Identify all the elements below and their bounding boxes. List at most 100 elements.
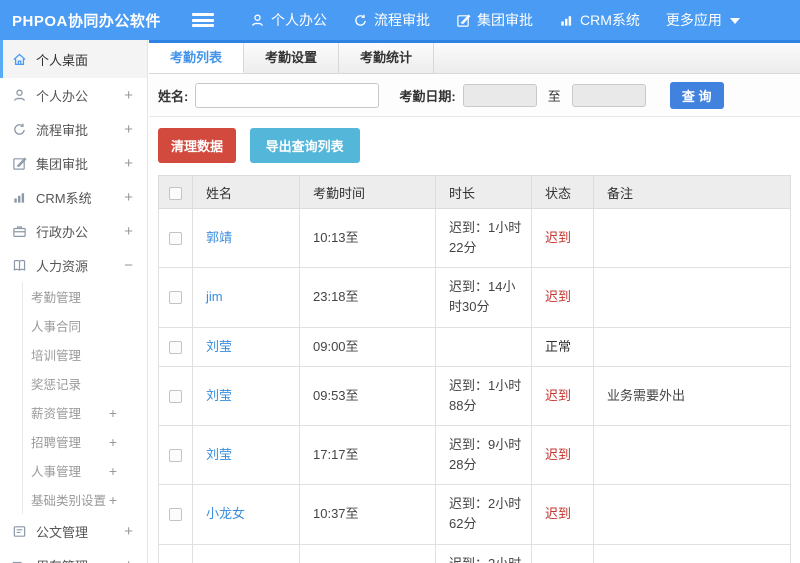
- remark-cell: 1111: [593, 543, 791, 563]
- sidebar-item[interactable]: 个人办公 +: [0, 78, 147, 112]
- sidebar-item[interactable]: 个人桌面: [0, 40, 147, 78]
- duration-cell: 迟到：9小时28分: [435, 424, 532, 486]
- duration-cell: 迟到：1小时88分: [435, 365, 532, 426]
- row-checkbox[interactable]: [169, 508, 182, 522]
- row-checkbox[interactable]: [169, 449, 182, 463]
- name-filter-label: 姓名:: [158, 88, 189, 104]
- status-cell: 迟到: [531, 484, 594, 545]
- employee-name-link[interactable]: 小龙女: [206, 506, 245, 521]
- sidebar-item[interactable]: 流程审批 +: [0, 112, 147, 146]
- expand-icon[interactable]: +: [124, 557, 133, 563]
- employee-name-link[interactable]: jim: [206, 289, 223, 304]
- employee-name-cell: 刘莹: [192, 365, 300, 426]
- edit-icon: [456, 13, 471, 28]
- remark-cell: [593, 207, 791, 269]
- expand-icon[interactable]: +: [109, 434, 117, 450]
- select-all-checkbox[interactable]: [169, 186, 182, 200]
- nav-item-2[interactable]: 流程审批: [353, 10, 430, 30]
- tab-考勤统计[interactable]: 考勤统计: [339, 43, 435, 73]
- sidebar-subitem[interactable]: 培训管理: [23, 340, 147, 369]
- employee-name-cell: jim: [192, 267, 300, 328]
- action-bar: 清理数据 导出查询列表: [149, 117, 800, 173]
- nav-item-label: 集团审批: [477, 12, 533, 28]
- expand-icon[interactable]: +: [124, 155, 133, 172]
- row-checkbox[interactable]: [169, 232, 182, 246]
- sidebar-subitem[interactable]: 人事合同: [23, 311, 147, 340]
- nav-item-5[interactable]: 更多应用: [666, 10, 740, 30]
- export-list-button[interactable]: 导出查询列表: [249, 128, 360, 163]
- chart-icon: [559, 13, 574, 28]
- cycle-icon: [12, 122, 27, 137]
- name-filter-input[interactable]: [195, 82, 380, 108]
- date-from-input[interactable]: [462, 83, 537, 107]
- sidebar-item-label: 集团审批: [36, 156, 89, 172]
- menu-toggle-icon[interactable]: [192, 13, 214, 27]
- attendance-time-cell: 10:37至: [299, 484, 436, 545]
- nav-item-4[interactable]: CRM系统: [559, 10, 640, 30]
- top-header-bar: PHPOA协同办公软件 个人办公 流程审批 集团审批 CRM系统 更多应用: [0, 0, 800, 40]
- sidebar-subitem-label: 人事合同: [31, 320, 82, 334]
- employee-name-cell: 小龙女: [192, 484, 300, 545]
- row-checkbox-cell: [158, 267, 193, 328]
- employee-name-cell: 刘莹: [192, 326, 300, 367]
- row-checkbox[interactable]: [169, 389, 182, 403]
- date-to-input[interactable]: [571, 83, 646, 107]
- expand-icon[interactable]: +: [124, 87, 133, 104]
- sidebar-subitem[interactable]: 薪资管理 +: [23, 398, 147, 427]
- status-cell: 迟到: [531, 365, 594, 426]
- sidebar-subitem[interactable]: 奖惩记录: [23, 369, 147, 398]
- row-checkbox-cell: [158, 484, 193, 545]
- table-row: 刘莹 17:17至 迟到：9小时28分 迟到: [158, 424, 791, 486]
- employee-name-link[interactable]: 刘莹: [206, 447, 232, 462]
- expand-icon[interactable]: +: [124, 121, 133, 138]
- sidebar-item-label: CRM系统: [36, 190, 92, 206]
- sidebar-item[interactable]: 人力资源 −: [0, 248, 147, 282]
- filter-bar: 姓名: 考勤日期: 至 查 询: [149, 74, 800, 117]
- row-checkbox[interactable]: [169, 291, 182, 305]
- sidebar-subitem[interactable]: 考勤管理: [23, 282, 147, 311]
- column-header: 考勤时间: [299, 175, 436, 209]
- expand-icon[interactable]: +: [109, 463, 117, 479]
- tab-考勤设置[interactable]: 考勤设置: [244, 43, 340, 73]
- attendance-time-cell: 17:17至: [299, 424, 436, 486]
- table-row: 刘莹 09:53至 迟到：1小时88分 迟到 业务需要外出: [158, 365, 791, 426]
- edit-icon: [12, 156, 27, 171]
- employee-name-link[interactable]: 郭靖: [206, 230, 232, 245]
- cycle-icon: [353, 13, 368, 28]
- app-logo: PHPOA协同办公软件: [12, 12, 161, 30]
- expand-icon[interactable]: +: [124, 189, 133, 206]
- nav-item-label: CRM系统: [580, 12, 640, 28]
- sidebar-item[interactable]: 公文管理 +: [0, 514, 147, 548]
- sidebar-item-label: 个人办公: [36, 88, 89, 104]
- duration-cell: 迟到：1小时22分: [435, 207, 532, 269]
- employee-name-link[interactable]: 刘莹: [206, 388, 232, 403]
- expand-icon[interactable]: +: [109, 405, 117, 421]
- column-header: 时长: [435, 175, 532, 209]
- sidebar-subitem-label: 薪资管理: [31, 407, 82, 421]
- sidebar-item[interactable]: 用车管理 +: [0, 548, 147, 563]
- truck-icon: [12, 558, 27, 563]
- sidebar-item[interactable]: 行政办公 +: [0, 214, 147, 248]
- nav-item-label: 流程审批: [374, 12, 430, 28]
- row-checkbox[interactable]: [169, 340, 182, 354]
- search-button[interactable]: 查 询: [669, 81, 724, 109]
- nav-item-3[interactable]: 集团审批: [456, 10, 533, 30]
- clean-data-button[interactable]: 清理数据: [158, 128, 237, 163]
- table-row: 郭靖 10:13至 迟到：1小时22分 迟到: [158, 207, 791, 269]
- expand-icon[interactable]: +: [109, 492, 117, 508]
- sidebar-subitem[interactable]: 基础类别设置 +: [23, 485, 147, 514]
- tab-考勤列表[interactable]: 考勤列表: [149, 43, 245, 73]
- column-header: 状态: [531, 175, 594, 209]
- sidebar-subitem[interactable]: 人事管理 +: [23, 456, 147, 485]
- collapse-icon[interactable]: −: [124, 257, 133, 274]
- sidebar-subitem[interactable]: 招聘管理 +: [23, 427, 147, 456]
- nav-item-1[interactable]: 个人办公: [250, 10, 327, 30]
- expand-icon[interactable]: +: [124, 223, 133, 240]
- expand-icon[interactable]: +: [124, 523, 133, 540]
- sidebar-item[interactable]: 集团审批 +: [0, 146, 147, 180]
- employee-name-link[interactable]: 刘莹: [206, 339, 232, 354]
- sidebar-item-label: 用车管理: [36, 556, 88, 563]
- employee-name-cell: 郭靖: [192, 207, 300, 269]
- sidebar-item[interactable]: CRM系统 +: [0, 180, 147, 214]
- attendance-time-cell: 09:00至: [299, 326, 436, 367]
